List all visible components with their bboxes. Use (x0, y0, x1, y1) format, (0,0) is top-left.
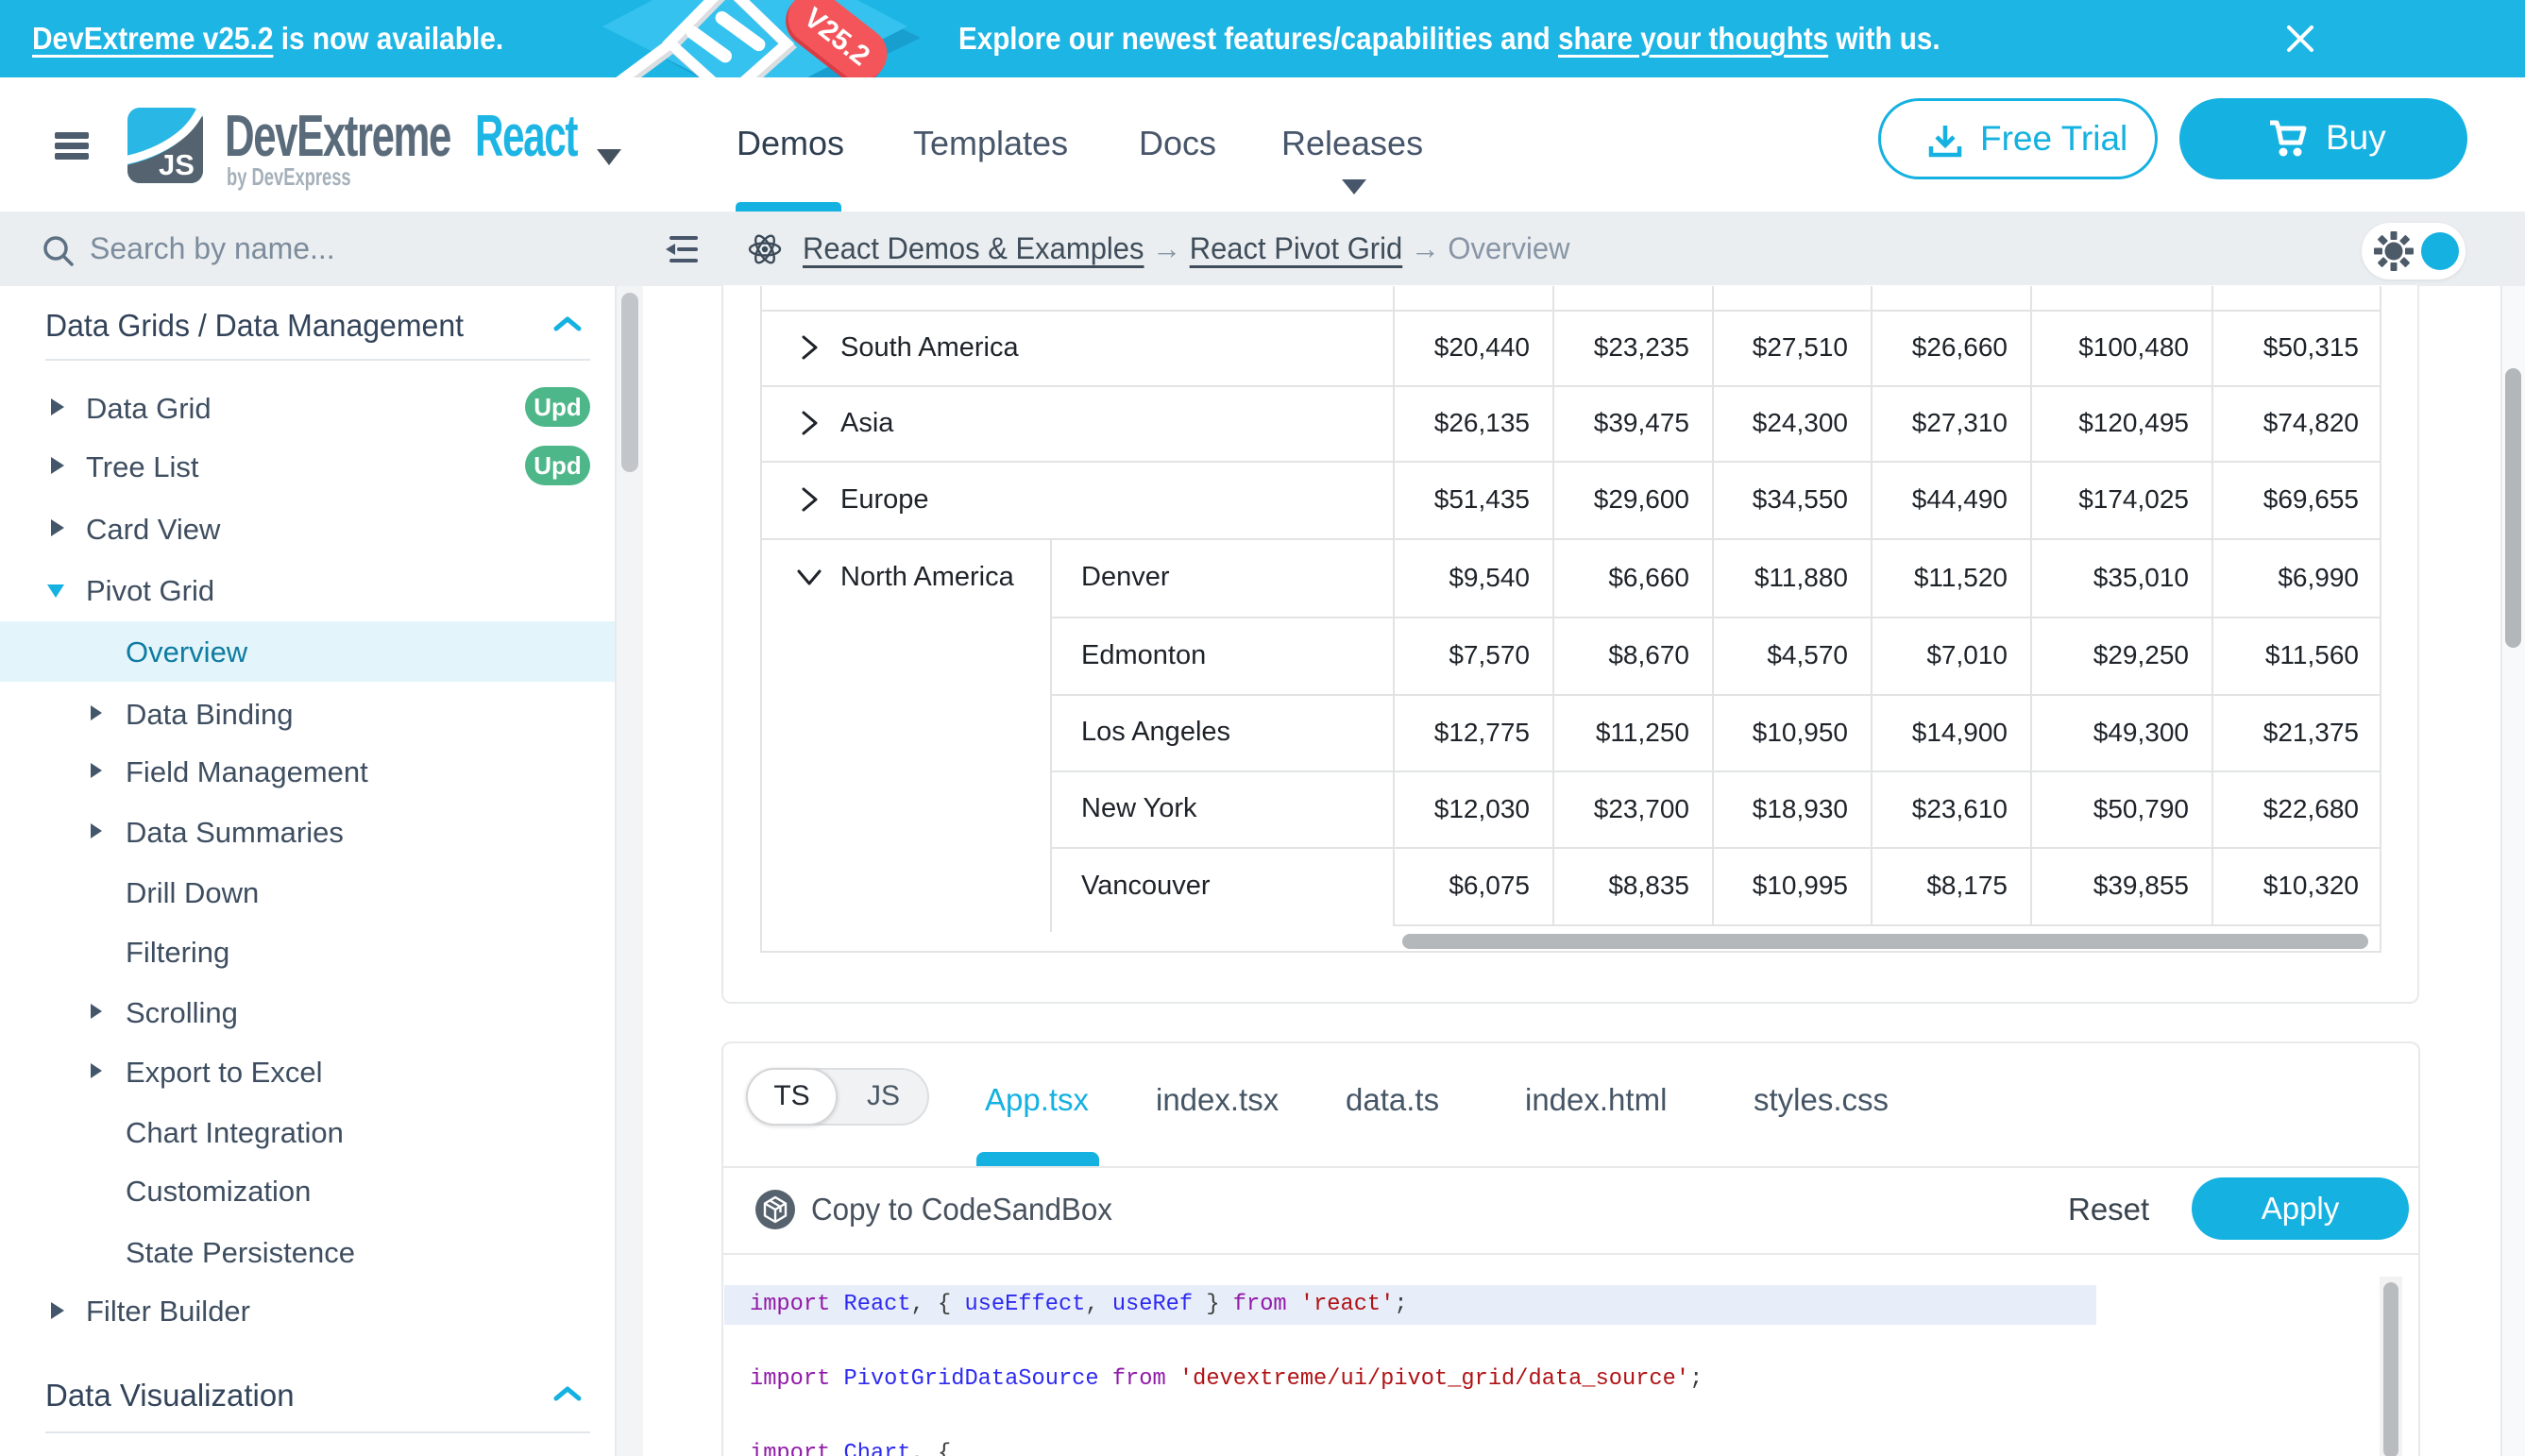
svg-text:JS: JS (159, 148, 195, 181)
